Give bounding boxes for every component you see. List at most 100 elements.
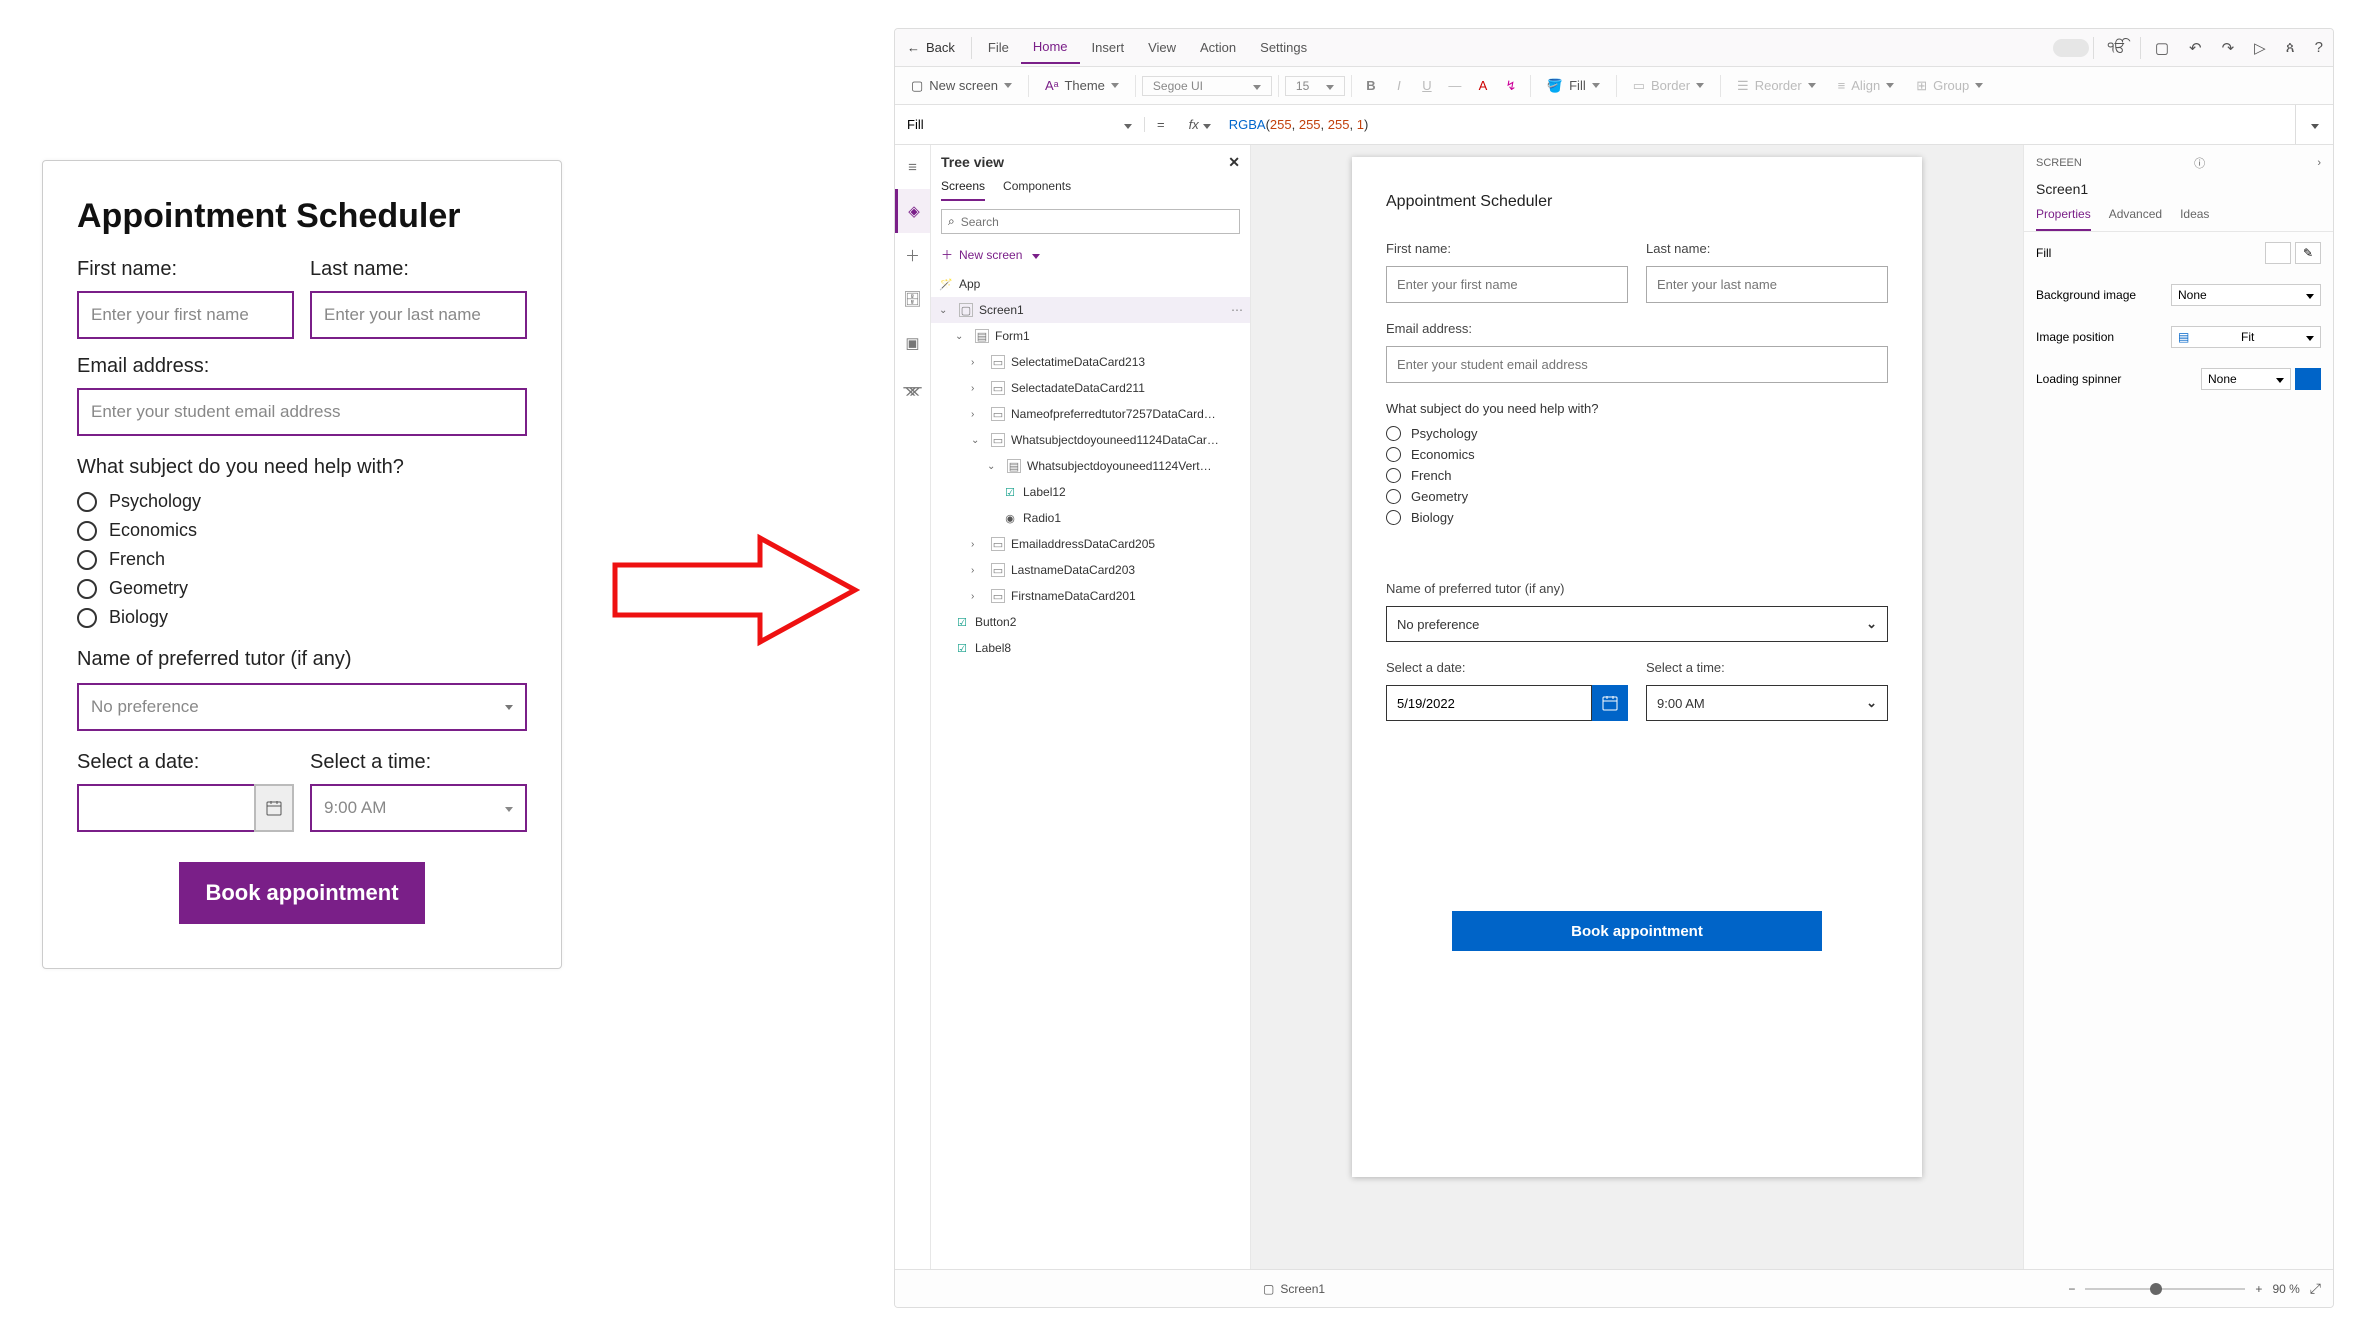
fx-icon[interactable]: fx: [1177, 117, 1223, 132]
underline-icon[interactable]: U: [1414, 78, 1440, 93]
tree-node-nameofpreferred[interactable]: ›▭Nameofpreferredtutor7257DataCard…: [931, 401, 1250, 427]
bold-icon[interactable]: B: [1358, 78, 1384, 93]
share-icon[interactable]: ጰ: [2276, 39, 2305, 56]
first-name-input[interactable]: [77, 291, 294, 339]
redo-icon[interactable]: ↷: [2212, 39, 2245, 57]
tree-node-selectadate[interactable]: ›▭SelectadateDataCard211: [931, 375, 1250, 401]
radio-option[interactable]: French: [1386, 468, 1888, 483]
app-checker-icon[interactable]: ੴ: [2098, 39, 2136, 56]
tree-new-screen[interactable]: ＋New screen: [931, 242, 1250, 267]
expand-formula-icon[interactable]: [2295, 105, 2333, 144]
menu-insert[interactable]: Insert: [1080, 32, 1137, 63]
tree-search[interactable]: ⌕: [941, 209, 1240, 234]
tree-node-whatsubject[interactable]: ⌄▭Whatsubjectdoyouneed1124DataCar…: [931, 427, 1250, 453]
menu-action[interactable]: Action: [1188, 32, 1248, 63]
radio-option[interactable]: Geometry: [77, 578, 527, 599]
canvas-last-name-input[interactable]: [1646, 266, 1888, 303]
canvas-area[interactable]: Appointment Scheduler First name: Last n…: [1251, 145, 2023, 1269]
radio-option[interactable]: Psychology: [1386, 426, 1888, 441]
tab-properties[interactable]: Properties: [2036, 207, 2091, 231]
radio-option[interactable]: Psychology: [77, 491, 527, 512]
time-dropdown[interactable]: 9:00 AM: [310, 784, 527, 832]
theme-button[interactable]: Aᵃ Theme: [1035, 74, 1129, 97]
tree-node-firstname[interactable]: ›▭FirstnameDataCard201: [931, 583, 1250, 609]
media-icon[interactable]: ▣: [895, 321, 930, 365]
menu-settings[interactable]: Settings: [1248, 32, 1319, 63]
calendar-icon[interactable]: [1592, 685, 1628, 721]
tree-node-radio1[interactable]: ◉Radio1: [931, 505, 1250, 531]
undo-icon[interactable]: ↶: [2179, 39, 2212, 57]
add-icon[interactable]: ＋: [895, 233, 930, 277]
menu-view[interactable]: View: [1136, 32, 1188, 63]
tree-node-email[interactable]: ›▭EmailaddressDataCard205: [931, 531, 1250, 557]
radio-option[interactable]: French: [77, 549, 527, 570]
fit-icon[interactable]: ⤢: [2310, 1280, 2321, 1297]
fill-color-swatch[interactable]: [2265, 242, 2291, 264]
radio-option[interactable]: Geometry: [1386, 489, 1888, 504]
status-screen[interactable]: ▢Screen1: [1263, 1282, 1325, 1296]
group-button[interactable]: ⊞Group: [1906, 74, 1993, 98]
variables-icon[interactable]: ᚘ: [895, 365, 930, 409]
tree-node-lastname[interactable]: ›▭LastnameDataCard203: [931, 557, 1250, 583]
chevron-right-icon[interactable]: ›: [2317, 157, 2321, 169]
menu-file[interactable]: File: [976, 32, 1021, 63]
insert-icon[interactable]: ◈: [895, 189, 930, 233]
back-button[interactable]: ← Back: [895, 40, 967, 55]
size-selector[interactable]: 15: [1285, 76, 1345, 96]
property-selector[interactable]: Fill: [895, 117, 1145, 132]
formula-input[interactable]: RGBA(255, 255, 255, 1): [1223, 117, 2295, 133]
italic-icon[interactable]: I: [1386, 78, 1412, 93]
tree-node-label12[interactable]: ☑Label12: [931, 479, 1250, 505]
tutor-dropdown[interactable]: No preference: [77, 683, 527, 731]
zoom-in-icon[interactable]: +: [2255, 1282, 2262, 1296]
zoom-slider[interactable]: [2085, 1288, 2245, 1290]
email-input[interactable]: [77, 388, 527, 436]
tree-node-app[interactable]: 🪄App: [931, 271, 1250, 297]
tree-node-button2[interactable]: ☑Button2: [931, 609, 1250, 635]
date-input[interactable]: [77, 784, 256, 832]
tab-components[interactable]: Components: [1003, 179, 1071, 201]
tree-node-selectatime[interactable]: ›▭SelectatimeDataCard213: [931, 349, 1250, 375]
help-icon[interactable]: ?: [2305, 39, 2333, 56]
book-appointment-button[interactable]: Book appointment: [179, 862, 424, 924]
canvas-date-input[interactable]: [1386, 685, 1592, 721]
img-pos-select[interactable]: ▤ Fit: [2171, 326, 2321, 348]
canvas-email-input[interactable]: [1386, 346, 1888, 383]
canvas-date-picker[interactable]: [1386, 685, 1628, 721]
tree-view-icon[interactable]: ≡: [895, 145, 930, 189]
strikethrough-icon[interactable]: —: [1442, 78, 1468, 93]
tree-node-screen1[interactable]: ⌄▢Screen1⋯: [931, 297, 1250, 323]
border-button[interactable]: ▭Border: [1623, 74, 1714, 98]
reorder-button[interactable]: ☰Reorder: [1727, 74, 1826, 98]
canvas-first-name-input[interactable]: [1386, 266, 1628, 303]
comments-icon[interactable]: ▢: [2145, 39, 2179, 57]
tree-node-whatsubjectvert[interactable]: ⌄▤Whatsubjectdoyouneed1124Vert…: [931, 453, 1250, 479]
data-icon[interactable]: 🗄: [895, 277, 930, 321]
more-icon[interactable]: ⋯: [1231, 303, 1244, 317]
canvas-book-button[interactable]: Book appointment: [1452, 911, 1822, 951]
calendar-icon[interactable]: [254, 784, 294, 832]
font-selector[interactable]: Segoe UI: [1142, 76, 1272, 96]
spinner-color-swatch[interactable]: [2295, 368, 2321, 390]
zoom-out-icon[interactable]: −: [2068, 1282, 2075, 1296]
radio-option[interactable]: Economics: [1386, 447, 1888, 462]
spinner-select[interactable]: None: [2201, 368, 2291, 390]
close-icon[interactable]: ✕: [1228, 154, 1240, 171]
play-icon[interactable]: ▷: [2244, 39, 2276, 57]
design-canvas[interactable]: Appointment Scheduler First name: Last n…: [1352, 157, 1922, 1177]
align-button[interactable]: ≡Align: [1828, 74, 1905, 97]
fill-button[interactable]: 🪣Fill: [1537, 74, 1610, 98]
tree-search-input[interactable]: [961, 215, 1233, 229]
last-name-input[interactable]: [310, 291, 527, 339]
bg-image-select[interactable]: None: [2171, 284, 2321, 306]
canvas-tutor-dropdown[interactable]: No preference ⌄: [1386, 606, 1888, 642]
radio-option[interactable]: Economics: [77, 520, 527, 541]
tab-ideas[interactable]: Ideas: [2180, 207, 2209, 231]
menu-home[interactable]: Home: [1021, 31, 1080, 64]
new-screen-button[interactable]: ▢ New screen: [901, 74, 1022, 98]
canvas-time-dropdown[interactable]: 9:00 AM ⌄: [1646, 685, 1888, 721]
radio-option[interactable]: Biology: [77, 607, 527, 628]
tree-node-label8[interactable]: ☑Label8: [931, 635, 1250, 661]
fill-edit-icon[interactable]: ✎: [2295, 242, 2321, 264]
tab-screens[interactable]: Screens: [941, 179, 985, 201]
